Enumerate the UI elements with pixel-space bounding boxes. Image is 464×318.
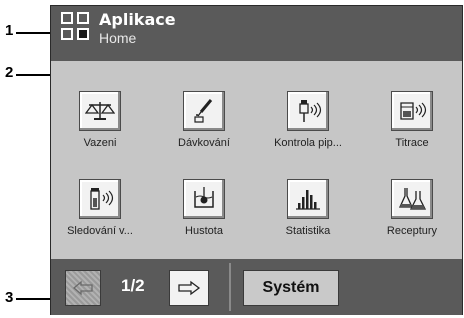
statistics-icon[interactable] bbox=[287, 179, 329, 219]
applications-window-icon bbox=[61, 12, 91, 48]
app-label: Dávkování bbox=[178, 137, 230, 149]
titration-icon[interactable] bbox=[391, 91, 433, 131]
density-icon[interactable] bbox=[183, 179, 225, 219]
formulation-flasks-icon[interactable] bbox=[391, 179, 433, 219]
app-receptury[interactable]: Receptury bbox=[363, 179, 461, 237]
breadcrumb: Home bbox=[99, 30, 137, 46]
app-kontrola-pip[interactable]: Kontrola pip... bbox=[259, 91, 357, 149]
callout-2: 2 bbox=[5, 64, 14, 81]
page-title: Aplikace bbox=[99, 10, 176, 29]
back-button[interactable] bbox=[65, 270, 101, 306]
app-label: Receptury bbox=[386, 225, 438, 237]
header-bar: Aplikace Home bbox=[51, 6, 462, 61]
app-label: Kontrola pip... bbox=[274, 137, 342, 149]
footer-bar: 1/2 Systém bbox=[51, 259, 462, 315]
pipette-check-icon[interactable] bbox=[287, 91, 329, 131]
app-label: Titrace bbox=[395, 137, 429, 149]
pipette-dosing-icon[interactable] bbox=[183, 91, 225, 131]
app-statistika[interactable]: Statistika bbox=[259, 179, 357, 237]
app-vazeni[interactable]: Vazeni bbox=[51, 91, 149, 149]
callout-1: 1 bbox=[5, 22, 14, 39]
arrow-right-icon bbox=[178, 280, 201, 296]
app-label: Sledování v... bbox=[67, 225, 133, 237]
app-label: Hustota bbox=[185, 225, 223, 237]
app-grid: Vazeni Dávkování Kontrola pip... Titrace bbox=[51, 61, 462, 259]
page-indicator: 1/2 bbox=[121, 276, 145, 295]
callout-3: 3 bbox=[5, 289, 14, 306]
app-hustota[interactable]: Hustota bbox=[155, 179, 253, 237]
app-label: Statistika bbox=[285, 225, 331, 237]
app-titrace[interactable]: Titrace bbox=[363, 91, 461, 149]
app-davkovani[interactable]: Dávkování bbox=[155, 91, 253, 149]
balance-icon[interactable] bbox=[79, 91, 121, 131]
system-button[interactable]: Systém bbox=[243, 270, 339, 306]
device-screen: Aplikace Home Vazeni Dávkování Kontrola … bbox=[50, 5, 463, 315]
arrow-left-icon bbox=[73, 280, 93, 296]
app-sledovani[interactable]: Sledování v... bbox=[51, 179, 149, 237]
app-label: Vazeni bbox=[83, 137, 117, 149]
forward-button[interactable] bbox=[169, 270, 209, 306]
tracking-icon[interactable] bbox=[79, 179, 121, 219]
footer-divider bbox=[229, 263, 231, 311]
